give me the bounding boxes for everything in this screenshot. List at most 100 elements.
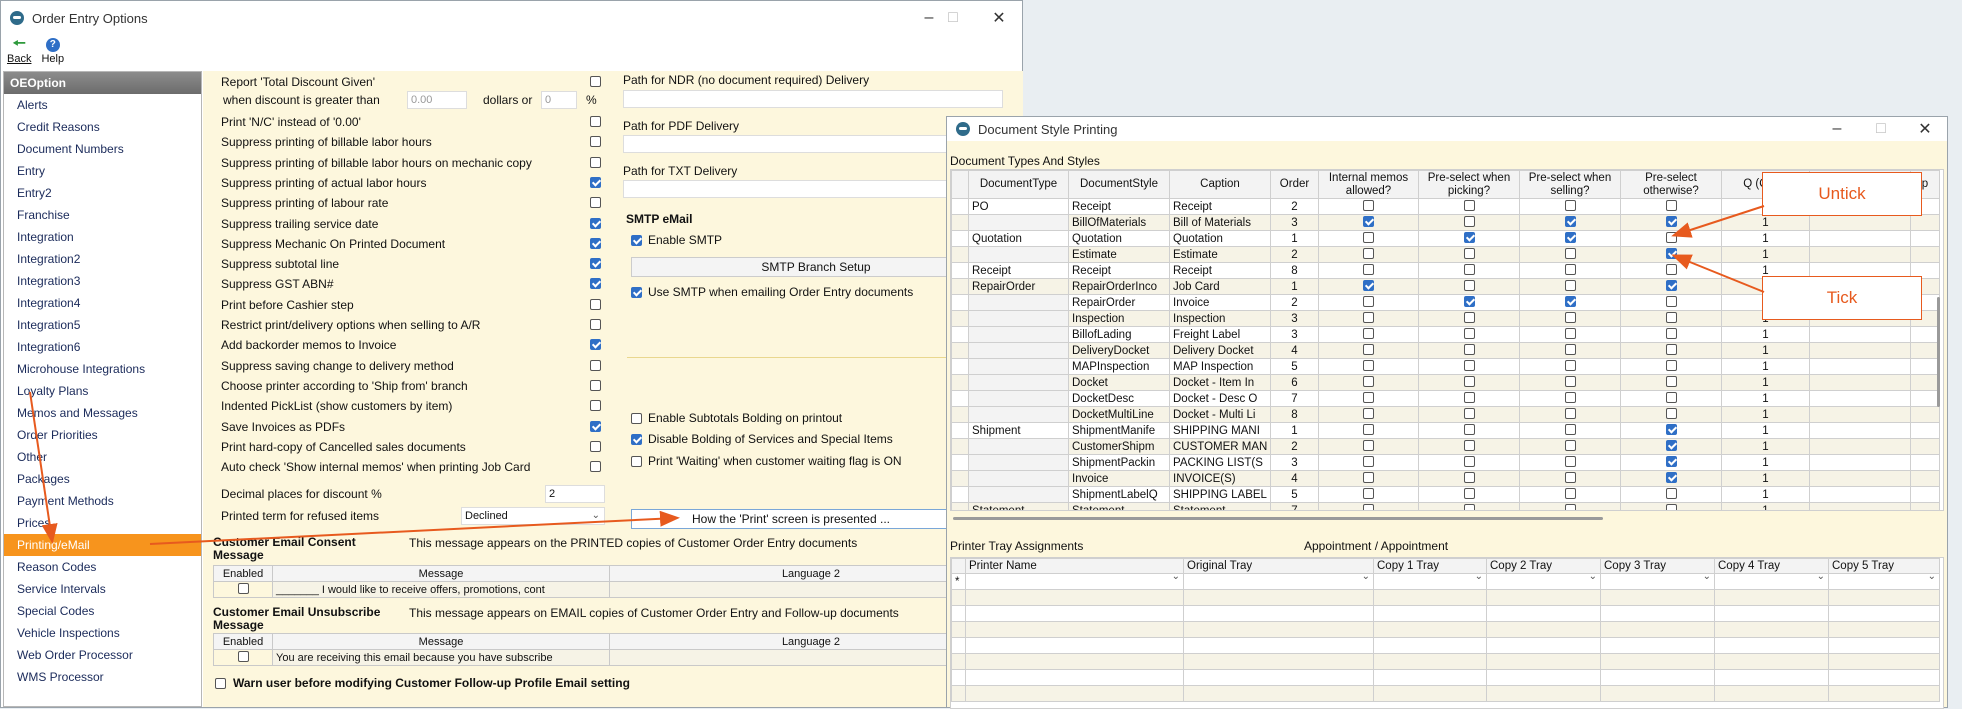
cell-internal-memos-checkbox[interactable]	[1318, 230, 1419, 247]
option-checkbox[interactable]	[590, 197, 601, 209]
option-checkbox[interactable]	[590, 440, 601, 452]
cell-preselect-selling-checkbox[interactable]	[1519, 406, 1621, 423]
cell-type[interactable]	[968, 406, 1069, 423]
option-checkbox[interactable]	[590, 319, 601, 330]
cell-order[interactable]: 1	[1270, 278, 1319, 295]
cell-preselect-otherwise-checkbox[interactable]	[1620, 486, 1722, 503]
cell-blank[interactable]	[1809, 246, 1911, 263]
cell-type[interactable]	[968, 294, 1069, 311]
cell-type[interactable]	[968, 358, 1069, 375]
preselect-selling-checkbox[interactable]	[1564, 471, 1576, 483]
cell-preselect-picking-checkbox[interactable]	[1418, 214, 1520, 231]
cell-caption[interactable]: Docket - Desc O	[1169, 390, 1271, 407]
cell-qty[interactable]: 1	[1721, 374, 1810, 391]
row-selector[interactable]	[951, 390, 969, 407]
sidebar-item-microhouse-integrations[interactable]: Microhouse Integrations	[4, 358, 201, 380]
row-selector[interactable]	[951, 422, 969, 439]
cell-preselect-selling-checkbox[interactable]	[1519, 486, 1621, 503]
tray-cell[interactable]	[1828, 621, 1940, 638]
cell-caption[interactable]: INVOICE(S)	[1169, 470, 1271, 487]
tray-cell[interactable]: ⌄	[1828, 573, 1940, 590]
cell-caption[interactable]: Estimate	[1169, 246, 1271, 263]
cell-internal-memos-checkbox[interactable]	[1318, 326, 1419, 343]
disable-bolding-checkbox[interactable]	[631, 434, 642, 445]
cell-preselect-otherwise-checkbox[interactable]	[1620, 342, 1722, 359]
preselect-otherwise-checkbox[interactable]	[1665, 263, 1677, 275]
cell-preselect-selling-checkbox[interactable]	[1519, 310, 1621, 327]
tray-cell[interactable]	[1486, 685, 1601, 702]
tray-cell[interactable]	[1828, 653, 1940, 670]
internal-memos-checkbox[interactable]	[1363, 215, 1374, 227]
row-selector[interactable]	[951, 589, 966, 606]
tray-row[interactable]: * ⌄ ⌄ ⌄ ⌄ ⌄ ⌄ ⌄	[951, 573, 1940, 590]
cell-p[interactable]	[1910, 422, 1940, 439]
cell-preselect-selling-checkbox[interactable]	[1519, 470, 1621, 487]
cell-blank[interactable]	[1809, 342, 1911, 359]
row-selector[interactable]	[951, 438, 969, 455]
preselect-selling-checkbox[interactable]	[1564, 455, 1576, 467]
cell-preselect-otherwise-checkbox[interactable]	[1620, 214, 1722, 231]
cell-preselect-otherwise-checkbox[interactable]	[1620, 278, 1722, 295]
tray-col-copy-4-tray[interactable]: Copy 4 Tray	[1714, 558, 1829, 574]
chevron-down-icon[interactable]: ⌄	[1817, 575, 1825, 583]
option-checkbox[interactable]	[590, 420, 601, 432]
tray-cell[interactable]	[1714, 589, 1829, 606]
preselect-picking-checkbox[interactable]	[1463, 247, 1475, 259]
preselect-otherwise-checkbox[interactable]	[1665, 231, 1677, 243]
row-selector[interactable]	[951, 470, 969, 487]
cell-blank[interactable]	[1809, 374, 1911, 391]
col-preselect-otherwise[interactable]: Pre-select otherwise?	[1620, 170, 1722, 199]
preselect-picking-checkbox[interactable]	[1463, 311, 1475, 323]
internal-memos-checkbox[interactable]	[1363, 503, 1374, 510]
cell-preselect-picking-checkbox[interactable]	[1418, 486, 1520, 503]
row-selector[interactable]	[951, 685, 966, 702]
option-checkbox[interactable]	[590, 116, 601, 127]
tray-cell[interactable]	[1183, 589, 1374, 606]
cell-internal-memos-checkbox[interactable]	[1318, 294, 1419, 311]
cell-preselect-otherwise-checkbox[interactable]	[1620, 358, 1722, 375]
cell-type[interactable]: PO	[968, 198, 1069, 215]
cell-p[interactable]	[1910, 374, 1940, 391]
row-selector[interactable]	[951, 374, 969, 391]
cell-caption[interactable]: Receipt	[1169, 198, 1271, 215]
cell-internal-memos-checkbox[interactable]	[1318, 438, 1419, 455]
cell-preselect-selling-checkbox[interactable]	[1519, 230, 1621, 247]
preselect-selling-checkbox[interactable]	[1564, 487, 1576, 499]
cell-preselect-otherwise-checkbox[interactable]	[1620, 294, 1722, 311]
cell-caption[interactable]: Docket - Multi Li	[1169, 406, 1271, 423]
tray-cell[interactable]	[1486, 621, 1601, 638]
sidebar-item-entry[interactable]: Entry	[4, 160, 201, 182]
cell-preselect-picking-checkbox[interactable]	[1418, 470, 1520, 487]
cell-p[interactable]	[1910, 214, 1940, 231]
preselect-selling-checkbox[interactable]	[1564, 407, 1576, 419]
tray-cell[interactable]	[1183, 637, 1374, 654]
tray-cell[interactable]	[1600, 605, 1715, 622]
cell-preselect-selling-checkbox[interactable]	[1519, 198, 1621, 215]
preselect-selling-checkbox[interactable]	[1564, 503, 1576, 510]
cell-preselect-selling-checkbox[interactable]	[1519, 326, 1621, 343]
cell-internal-memos-checkbox[interactable]	[1318, 214, 1419, 231]
option-checkbox[interactable]	[590, 379, 601, 391]
unsubscribe-message-cell[interactable]: You are receiving this email because you…	[272, 649, 610, 666]
tray-cell[interactable]	[965, 589, 1184, 606]
row-selector[interactable]	[951, 246, 969, 263]
cell-preselect-picking-checkbox[interactable]	[1418, 438, 1520, 455]
cell-internal-memos-checkbox[interactable]	[1318, 422, 1419, 439]
cell-preselect-picking-checkbox[interactable]	[1418, 278, 1520, 295]
cell-internal-memos-checkbox[interactable]	[1318, 358, 1419, 375]
preselect-otherwise-checkbox[interactable]	[1665, 487, 1677, 499]
row-selector[interactable]	[951, 310, 969, 327]
cell-blank[interactable]	[1809, 470, 1911, 487]
tray-cell[interactable]: ⌄	[1486, 573, 1601, 590]
cell-type[interactable]	[968, 374, 1069, 391]
unsubscribe-enabled-checkbox[interactable]	[237, 650, 249, 662]
cell-order[interactable]: 7	[1270, 502, 1319, 510]
cell-preselect-selling-checkbox[interactable]	[1519, 454, 1621, 471]
internal-memos-checkbox[interactable]	[1363, 359, 1374, 371]
cell-qty[interactable]: 1	[1721, 406, 1810, 423]
chevron-down-icon[interactable]: ⌄	[1703, 575, 1711, 583]
option-checkbox[interactable]	[590, 258, 601, 270]
tray-cell[interactable]	[965, 685, 1184, 702]
sidebar-item-credit-reasons[interactable]: Credit Reasons	[4, 116, 201, 138]
sidebar-item-document-numbers[interactable]: Document Numbers	[4, 138, 201, 160]
